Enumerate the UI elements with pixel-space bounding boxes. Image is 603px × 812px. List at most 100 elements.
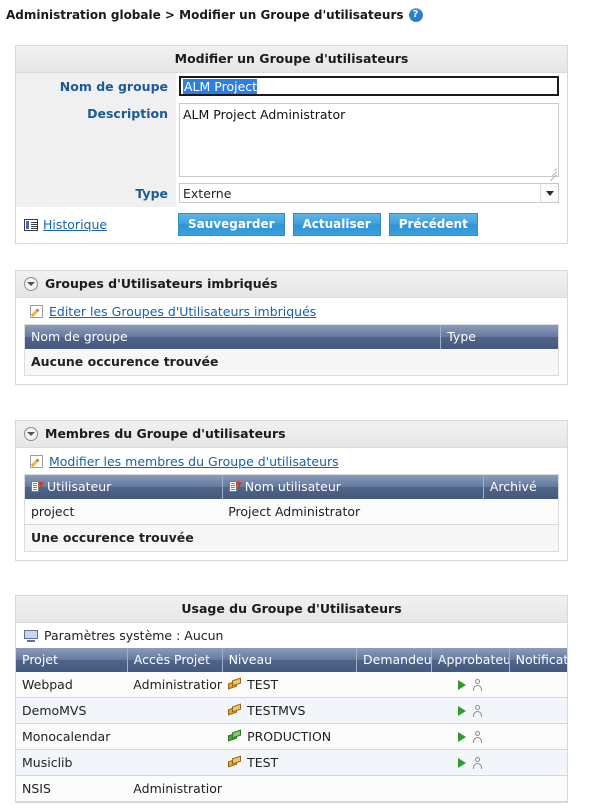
cell-user: project xyxy=(25,499,223,525)
cell-project-access xyxy=(127,723,223,750)
column-header-approver[interactable]: Approbateur xyxy=(431,648,510,672)
group-name-input[interactable]: ALM Project xyxy=(179,76,559,96)
sort-descending-icon xyxy=(228,481,242,493)
table-row[interactable]: DemoMVS TESTMVS xyxy=(16,697,567,724)
column-header-archived[interactable]: Archivé xyxy=(483,475,558,499)
cell-username: Project Administrator xyxy=(222,499,484,525)
members-header[interactable]: Membres du Groupe d'utilisateurs xyxy=(16,421,567,448)
cell-notification xyxy=(509,775,567,802)
nested-groups-edit-row[interactable]: Editer les Groupes d'Utilisateurs imbriq… xyxy=(16,298,567,324)
monitor-icon xyxy=(24,629,38,642)
help-circle-icon[interactable]: ? xyxy=(408,8,423,22)
level-cubes-icon xyxy=(228,677,242,690)
cell-project: Monocalendar xyxy=(16,723,128,750)
table-row[interactable]: Webpad Administration TEST xyxy=(16,672,567,698)
nested-groups-header[interactable]: Groupes d'Utilisateurs imbriqués xyxy=(16,271,567,298)
cell-project-access xyxy=(127,697,223,724)
cell-requester xyxy=(356,775,432,802)
table-row[interactable]: Monocalendar PRODUCTION xyxy=(16,723,567,750)
cell-level: TEST xyxy=(222,672,357,698)
cell-requester xyxy=(356,672,432,698)
cell-approver xyxy=(431,672,510,698)
history-link-text: Historique xyxy=(43,217,108,232)
play-triangle-icon[interactable] xyxy=(458,706,467,716)
form-row-type: Type Externe xyxy=(16,180,567,207)
level-cubes-icon xyxy=(228,729,242,742)
history-link[interactable]: Historique xyxy=(43,217,107,232)
nested-groups-panel: Groupes d'Utilisateurs imbriqués Editer … xyxy=(15,270,568,385)
person-icon[interactable] xyxy=(472,757,482,769)
column-header-notification[interactable]: Notification xyxy=(509,648,567,672)
cell-level-label: TESTMVS xyxy=(247,703,306,718)
person-icon[interactable] xyxy=(472,705,482,717)
save-button[interactable]: Sauvegarder xyxy=(178,213,285,236)
table-row[interactable]: NSIS Administration xyxy=(16,775,567,802)
column-header-project[interactable]: Projet xyxy=(16,648,128,672)
group-name-value: ALM Project xyxy=(183,79,258,94)
name-label: Nom de groupe xyxy=(16,73,176,100)
edit-members-link[interactable]: Modifier les membres du Groupe d'utilisa… xyxy=(49,454,339,469)
person-icon[interactable] xyxy=(472,679,482,691)
person-icon[interactable] xyxy=(472,731,482,743)
play-triangle-icon[interactable] xyxy=(458,732,467,742)
cell-level: PRODUCTION xyxy=(222,723,357,750)
cell-project-access xyxy=(127,749,223,776)
table-header-row: Projet Accès Projet Niveau Demandeur App… xyxy=(16,648,567,672)
panel-title: Modifier un Groupe d'utilisateurs xyxy=(16,46,567,73)
members-edit-row[interactable]: Modifier les membres du Groupe d'utilisa… xyxy=(16,448,567,474)
back-button[interactable]: Précédent xyxy=(388,213,478,236)
cell-approver xyxy=(431,749,510,776)
cell-requester xyxy=(356,723,432,750)
form-actions: Historique Sauvegarder Actualiser Précéd… xyxy=(16,207,567,243)
collapse-toggle-icon[interactable] xyxy=(24,426,38,441)
system-settings-row: Paramètres système : Aucun xyxy=(16,623,567,648)
pencil-edit-icon xyxy=(30,305,43,318)
history-table-icon xyxy=(24,218,38,231)
nested-groups-table-wrap: Nom de groupe Type Aucune occurence trou… xyxy=(24,324,559,376)
sort-descending-icon xyxy=(31,481,44,493)
table-row[interactable]: Musiclib TEST xyxy=(16,749,567,776)
refresh-button[interactable]: Actualiser xyxy=(292,213,381,236)
edit-user-group-panel: Modifier un Groupe d'utilisateurs Nom de… xyxy=(15,45,568,244)
cell-project: Webpad xyxy=(16,672,128,698)
play-triangle-icon[interactable] xyxy=(458,680,467,690)
chevron-down-icon[interactable] xyxy=(540,184,558,202)
type-select[interactable]: Externe xyxy=(179,183,559,203)
nested-groups-table: Nom de groupe Type Aucune occurence trou… xyxy=(25,325,558,375)
members-panel: Membres du Groupe d'utilisateurs Modifie… xyxy=(15,420,568,561)
no-results-message: Aucune occurence trouvée xyxy=(25,349,558,375)
cell-project-access: Administration xyxy=(127,775,223,802)
column-header-username[interactable]: Nom utilisateur xyxy=(222,475,484,499)
usage-table: Projet Accès Projet Niveau Demandeur App… xyxy=(16,648,567,802)
cell-requester xyxy=(356,749,432,776)
column-header-requester[interactable]: Demandeur xyxy=(356,648,432,672)
cell-notification xyxy=(509,672,567,698)
column-header-group-name[interactable]: Nom de groupe xyxy=(25,325,442,349)
play-triangle-icon[interactable] xyxy=(458,758,467,768)
cell-level: TEST xyxy=(222,749,357,776)
column-header-username-label: Nom utilisateur xyxy=(244,479,341,494)
usage-panel: Usage du Groupe d'Utilisateurs Paramètre… xyxy=(15,595,568,803)
column-header-user[interactable]: Utilisateur xyxy=(25,475,223,499)
results-count-message: Une occurence trouvée xyxy=(25,524,558,551)
column-header-project-access[interactable]: Accès Projet xyxy=(127,648,223,672)
column-header-level[interactable]: Niveau xyxy=(222,648,358,672)
cell-approver xyxy=(431,723,510,750)
table-header-row: Nom de groupe Type xyxy=(25,325,558,349)
column-header-user-label: Utilisateur xyxy=(47,479,112,494)
description-textarea[interactable]: ALM Project Administrator xyxy=(179,103,559,177)
cell-level: TESTMVS xyxy=(222,697,357,724)
cell-archived xyxy=(483,499,558,525)
nested-groups-title: Groupes d'Utilisateurs imbriqués xyxy=(45,276,278,291)
edit-nested-groups-link[interactable]: Editer les Groupes d'Utilisateurs imbriq… xyxy=(49,304,316,319)
cell-notification xyxy=(509,749,567,776)
cell-approver xyxy=(431,775,510,802)
cell-project: NSIS xyxy=(16,775,128,802)
collapse-toggle-icon[interactable] xyxy=(24,276,38,291)
cell-level xyxy=(222,775,357,802)
history-link-wrap[interactable]: Historique xyxy=(22,217,170,232)
table-footer-row: Une occurence trouvée xyxy=(25,524,558,551)
form-row-name: Nom de groupe ALM Project xyxy=(16,73,567,100)
table-row[interactable]: project Project Administrator xyxy=(25,499,558,525)
column-header-type[interactable]: Type xyxy=(440,325,558,349)
